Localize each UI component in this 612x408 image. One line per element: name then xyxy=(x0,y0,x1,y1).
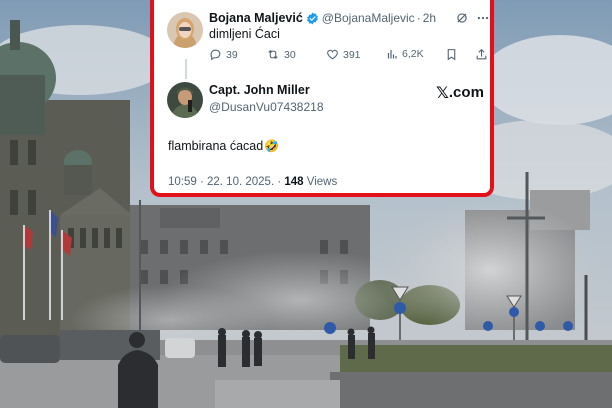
like-count: 391 xyxy=(343,48,361,61)
rolling-laughing-emoji: 🤣 xyxy=(264,139,280,153)
x-com-domain: .com xyxy=(448,84,484,101)
reply-action[interactable]: 39 xyxy=(209,48,238,61)
tweet1-time[interactable]: 2h xyxy=(423,11,436,25)
tweet2-views-count: 148 xyxy=(284,176,304,188)
tweet1-handle[interactable]: @BojanaMaljevic xyxy=(322,11,415,25)
tweet2-text-content: flambirana ćacad xyxy=(168,139,264,153)
grok-icon[interactable] xyxy=(455,11,469,25)
avatar-image-bojana xyxy=(167,12,203,48)
share-icon[interactable] xyxy=(475,48,488,61)
more-options-icon[interactable] xyxy=(476,11,490,25)
repost-action[interactable]: 30 xyxy=(266,48,296,61)
reply-icon xyxy=(210,49,221,61)
tweet1-display-name[interactable]: Bojana Maljević xyxy=(209,11,303,25)
views-action[interactable]: 6,2K xyxy=(386,48,424,60)
tweet2-timestamp[interactable]: 10:59 · 22. 10. 2025. xyxy=(168,176,274,188)
avatar-john-miller[interactable] xyxy=(167,82,203,118)
tweet2-display-name[interactable]: Capt. John Miller xyxy=(209,83,310,97)
verified-badge-icon xyxy=(306,12,318,24)
tweet1-separator: · xyxy=(416,11,421,25)
heart-icon xyxy=(327,49,338,60)
avatar-bojana[interactable] xyxy=(167,12,203,48)
views-count: 6,2K xyxy=(402,48,424,60)
tweet2-meta: 10:59 · 22. 10. 2025. · 148 Views xyxy=(168,176,337,188)
x-com-logo: 𝕏 .com xyxy=(436,83,484,102)
tweet2-handle[interactable]: @DusanVu07438218 xyxy=(209,100,324,114)
tweet2-text: flambirana ćacad 🤣 xyxy=(168,139,279,153)
avatar-image-john-miller xyxy=(167,82,203,118)
repost-count: 30 xyxy=(284,48,296,61)
views-icon xyxy=(387,50,397,59)
bookmark-icon[interactable] xyxy=(445,48,458,61)
like-action[interactable]: 391 xyxy=(326,48,361,61)
thread-connector xyxy=(185,59,187,79)
x-logo-icon: 𝕏 xyxy=(436,83,449,102)
tweet-screenshot-card: Bojana Maljević @BojanaMaljevic · 2h dim… xyxy=(150,0,494,197)
tweet2-views-label: Views xyxy=(306,176,338,188)
repost-icon xyxy=(268,49,278,60)
tweet1-text: dimljeni Ćaci xyxy=(209,27,280,41)
reply-count: 39 xyxy=(226,48,238,61)
